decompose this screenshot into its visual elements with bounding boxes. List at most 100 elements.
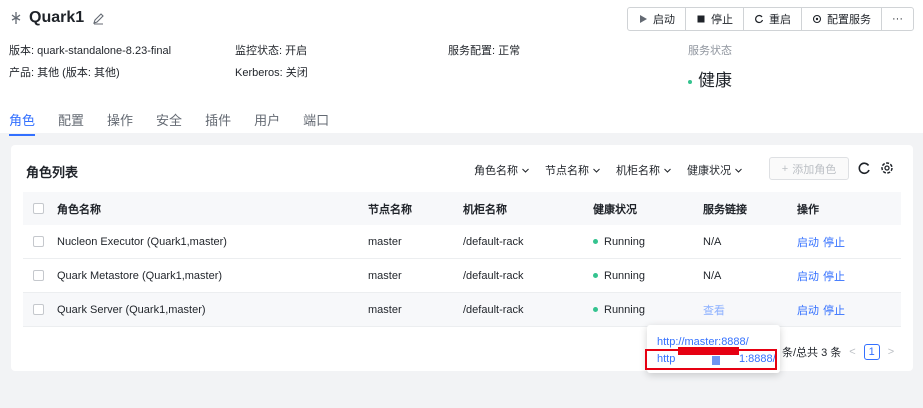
service-link: N/A	[703, 235, 722, 248]
chevron-down-icon	[522, 168, 529, 173]
monitor-label: 监控状态:	[235, 45, 286, 57]
product-value: 其他 (版本: 其他)	[37, 67, 120, 79]
health-text: 健康	[698, 71, 732, 90]
col-health: 健康状况	[593, 203, 637, 216]
prev-page-icon[interactable]: <	[849, 346, 855, 358]
service-icon	[11, 12, 21, 24]
restart-label: 重启	[769, 14, 791, 26]
add-role-label: 添加角色	[792, 163, 837, 176]
role-name: Quark Metastore (Quark1,master)	[57, 269, 223, 282]
col-rack-name: 机柜名称	[463, 203, 507, 216]
node-name: master	[368, 269, 402, 282]
more-button[interactable]: ···	[881, 8, 913, 30]
row-checkbox[interactable]	[33, 236, 44, 247]
table-row: Quark Metastore (Quark1,master) master /…	[23, 259, 901, 293]
service-header: Quark1 启动 停止 重启 配置服务 ··· 版本: quark-stand…	[0, 0, 923, 136]
health-status-text: Running	[604, 235, 645, 248]
service-link: N/A	[703, 269, 722, 282]
configure-service-label: 配置服务	[827, 14, 871, 26]
tab-roles[interactable]: 角色	[9, 110, 36, 136]
page-1-button[interactable]: 1	[863, 344, 880, 360]
settings-icon[interactable]	[879, 160, 895, 176]
start-label: 启动	[653, 14, 675, 26]
config-value: 正常	[498, 45, 521, 57]
next-page-icon[interactable]: >	[888, 346, 894, 358]
table-row: Quark Server (Quark1,master) master /def…	[23, 293, 901, 327]
tab-plugins[interactable]: 插件	[205, 110, 231, 135]
roles-table: 角色名称 节点名称 机柜名称 健康状况 服务链接 操作 Nucleon Exec…	[23, 192, 901, 327]
pagination: 条/总共 3 条 < 1 >	[782, 344, 894, 360]
stop-role-link[interactable]: 停止	[823, 234, 845, 250]
pagination-summary: 条/总共 3 条	[782, 347, 842, 359]
table-header: 角色名称 节点名称 机柜名称 健康状况 服务链接 操作	[23, 192, 901, 225]
health-status: Running	[593, 270, 645, 282]
version-value: quark-standalone-8.23-final	[37, 45, 172, 57]
stop-label: 停止	[711, 14, 733, 26]
tab-ports[interactable]: 端口	[303, 110, 329, 135]
restart-button[interactable]: 重启	[743, 8, 801, 30]
service-toolbar: 启动 停止 重启 配置服务 ···	[627, 7, 914, 31]
stop-role-link[interactable]: 停止	[823, 302, 845, 318]
stop-icon	[697, 15, 705, 23]
filter-role-name[interactable]: 角色名称	[474, 162, 530, 178]
col-node-name: 节点名称	[368, 203, 412, 216]
stop-button[interactable]: 停止	[685, 8, 743, 30]
version-label: 版本:	[9, 45, 38, 57]
role-name: Quark Server (Quark1,master)	[57, 303, 206, 316]
role-name: Nucleon Executor (Quark1,master)	[57, 235, 227, 248]
row-checkbox[interactable]	[33, 304, 44, 315]
tab-config[interactable]: 配置	[58, 110, 84, 135]
start-role-link[interactable]: 启动	[797, 234, 819, 250]
health-status: Running	[593, 304, 645, 316]
restart-icon	[755, 14, 764, 24]
row-checkbox[interactable]	[33, 270, 44, 281]
chevron-down-icon	[593, 168, 600, 173]
running-dot-icon	[593, 273, 598, 279]
service-status-title: 服务状态	[688, 45, 732, 57]
filter-role-name-label: 角色名称	[474, 165, 518, 177]
config-info: 服务配置: 正常	[448, 42, 520, 58]
service-health: 健康	[688, 66, 732, 91]
chevron-down-icon	[664, 168, 671, 173]
select-all-checkbox[interactable]	[33, 203, 44, 214]
filter-rack-name[interactable]: 机柜名称	[616, 162, 672, 178]
start-button[interactable]: 启动	[628, 8, 685, 30]
node-name: master	[368, 303, 402, 316]
col-actions: 操作	[797, 203, 819, 216]
tab-operations[interactable]: 操作	[107, 110, 133, 135]
more-icon: ···	[892, 13, 903, 25]
running-dot-icon	[593, 239, 598, 245]
filter-node-name-label: 节点名称	[545, 165, 589, 177]
configure-service-button[interactable]: 配置服务	[801, 8, 881, 30]
kerberos-label: Kerberos:	[235, 67, 286, 79]
kerberos-info: Kerberos: 关闭	[235, 64, 308, 80]
kerberos-value: 关闭	[285, 67, 308, 79]
tab-security[interactable]: 安全	[156, 110, 182, 135]
add-role-button[interactable]: + 添加角色	[769, 157, 849, 180]
filter-node-name[interactable]: 节点名称	[545, 162, 601, 178]
play-icon	[640, 15, 647, 23]
gear-icon	[812, 14, 822, 24]
start-role-link[interactable]: 启动	[797, 268, 819, 284]
edit-icon[interactable]	[92, 12, 105, 25]
title-row: Quark1	[9, 9, 105, 27]
filter-health[interactable]: 健康状况	[687, 162, 743, 178]
rack-name: /default-rack	[463, 269, 524, 282]
rack-name: /default-rack	[463, 235, 524, 248]
filter-rack-name-label: 机柜名称	[616, 165, 660, 177]
tab-users[interactable]: 用户	[254, 110, 280, 135]
health-status-text: Running	[604, 303, 645, 316]
monitor-info: 监控状态: 开启	[235, 42, 307, 58]
col-service-link: 服务链接	[703, 203, 747, 216]
product-label: 产品:	[9, 67, 38, 79]
refresh-icon[interactable]	[856, 160, 872, 176]
table-row: Nucleon Executor (Quark1,master) master …	[23, 225, 901, 259]
stop-role-link[interactable]: 停止	[823, 268, 845, 284]
monitor-value: 开启	[285, 45, 308, 57]
rack-name: /default-rack	[463, 303, 524, 316]
start-role-link[interactable]: 启动	[797, 302, 819, 318]
view-link[interactable]: 查看	[703, 302, 725, 318]
product-info: 产品: 其他 (版本: 其他)	[9, 64, 120, 80]
roles-title: 角色列表	[26, 165, 79, 180]
service-tabs: 角色 配置 操作 安全 插件 用户 端口	[9, 110, 352, 136]
